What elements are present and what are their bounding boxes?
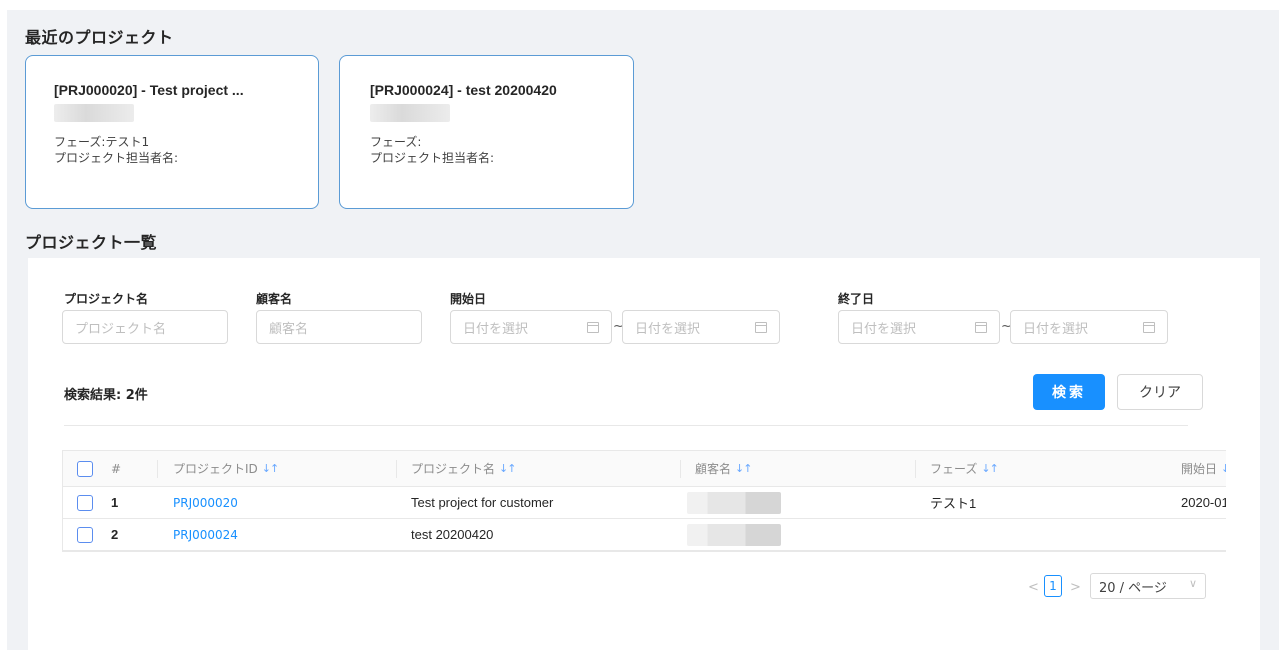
project-id-link[interactable]: PRJ000024 bbox=[173, 519, 238, 550]
recent-projects-title: 最近のプロジェクト bbox=[25, 28, 174, 47]
customer-label: 顧客名 bbox=[256, 292, 293, 306]
prev-page-button[interactable]: < bbox=[1028, 580, 1039, 595]
search-button[interactable]: 検索 bbox=[1033, 374, 1105, 410]
customer-input[interactable]: 顧客名 bbox=[256, 310, 422, 344]
page-1-button[interactable]: 1 bbox=[1044, 575, 1062, 597]
clear-button[interactable]: クリア bbox=[1117, 374, 1203, 410]
calendar-icon bbox=[587, 321, 599, 333]
header-project-id[interactable]: プロジェクトID ↓↑ bbox=[173, 451, 279, 486]
card-phase: フェーズ: bbox=[370, 135, 422, 149]
table-row[interactable]: 1 PRJ000020 Test project for customer テス… bbox=[63, 487, 1226, 519]
divider bbox=[64, 425, 1188, 426]
start-date-cell: 2020-01- bbox=[1181, 495, 1226, 510]
calendar-icon bbox=[755, 321, 767, 333]
project-list-title: プロジェクト一覧 bbox=[25, 233, 158, 252]
chevron-down-icon: ∨ bbox=[1188, 577, 1197, 590]
start-date-from-input[interactable]: 日付を選択 bbox=[450, 310, 612, 344]
start-date-label: 開始日 bbox=[450, 292, 487, 306]
header-phase[interactable]: フェーズ ↓↑ bbox=[930, 451, 999, 486]
header-customer[interactable]: 顧客名 ↓↑ bbox=[695, 451, 752, 486]
row-checkbox[interactable] bbox=[77, 526, 93, 543]
select-all-checkbox[interactable] bbox=[77, 460, 93, 477]
project-name-input[interactable]: プロジェクト名 bbox=[62, 310, 228, 344]
card-manager: プロジェクト担当者名: bbox=[54, 151, 179, 165]
sort-icon: ↓↑ bbox=[499, 462, 516, 475]
card-phase: フェーズ:テスト1 bbox=[54, 135, 150, 149]
row-num: 2 bbox=[111, 527, 119, 542]
project-table: # プロジェクトID↓↑ プロジェクト名↓↑ 顧客名↓↑ フェーズ↓↑ 開始日↓… bbox=[62, 450, 1226, 552]
sort-icon: ↓↑ bbox=[261, 462, 279, 475]
project-name-cell: Test project for customer bbox=[411, 495, 554, 510]
redacted-customer bbox=[54, 104, 134, 122]
end-date-from-input[interactable]: 日付を選択 bbox=[838, 310, 1000, 344]
header-start-date[interactable]: 開始日↓↑ bbox=[1181, 451, 1226, 486]
card-title: [PRJ000024] - test 20200420 bbox=[370, 82, 557, 98]
end-date-to-input[interactable]: 日付を選択 bbox=[1010, 310, 1168, 344]
header-num: # bbox=[111, 461, 122, 476]
row-num: 1 bbox=[111, 495, 119, 510]
project-list-panel: プロジェクト名 プロジェクト名 顧客名 顧客名 開始日 日付を選択 ~ 日付を選… bbox=[28, 258, 1260, 650]
table-row[interactable]: 2 PRJ000024 test 20200420 bbox=[63, 519, 1226, 551]
table-header: # プロジェクトID↓↑ プロジェクト名↓↑ 顧客名↓↑ フェーズ↓↑ 開始日↓… bbox=[63, 451, 1226, 487]
project-id-link[interactable]: PRJ000020 bbox=[173, 487, 238, 518]
row-checkbox[interactable] bbox=[77, 494, 93, 511]
project-name-cell: test 20200420 bbox=[411, 527, 494, 542]
card-manager: プロジェクト担当者名: bbox=[370, 151, 495, 165]
header-project-name[interactable]: プロジェクト名 ↓↑ bbox=[411, 451, 516, 486]
page-size-select[interactable]: 20 / ページ ∨ bbox=[1090, 573, 1206, 599]
phase-cell: テスト1 bbox=[930, 496, 977, 511]
redacted-customer bbox=[370, 104, 450, 122]
card-title: [PRJ000020] - Test project ... bbox=[54, 82, 244, 98]
sort-icon: ↓↑ bbox=[1221, 462, 1226, 475]
next-page-button[interactable]: > bbox=[1070, 580, 1081, 595]
redacted-customer bbox=[687, 523, 781, 546]
sort-icon: ↓↑ bbox=[981, 462, 998, 475]
calendar-icon bbox=[975, 321, 987, 333]
start-date-to-input[interactable]: 日付を選択 bbox=[622, 310, 780, 344]
result-count: 検索結果: 2件 bbox=[64, 388, 148, 403]
calendar-icon bbox=[1143, 321, 1155, 333]
recent-project-card[interactable]: [PRJ000024] - test 20200420 フェーズ: プロジェクト… bbox=[339, 55, 634, 209]
sort-icon: ↓↑ bbox=[735, 462, 752, 475]
recent-project-card[interactable]: [PRJ000020] - Test project ... フェーズ:テスト1… bbox=[25, 55, 319, 209]
project-name-label: プロジェクト名 bbox=[64, 292, 149, 306]
end-date-label: 終了日 bbox=[838, 292, 875, 306]
redacted-customer bbox=[687, 491, 781, 514]
